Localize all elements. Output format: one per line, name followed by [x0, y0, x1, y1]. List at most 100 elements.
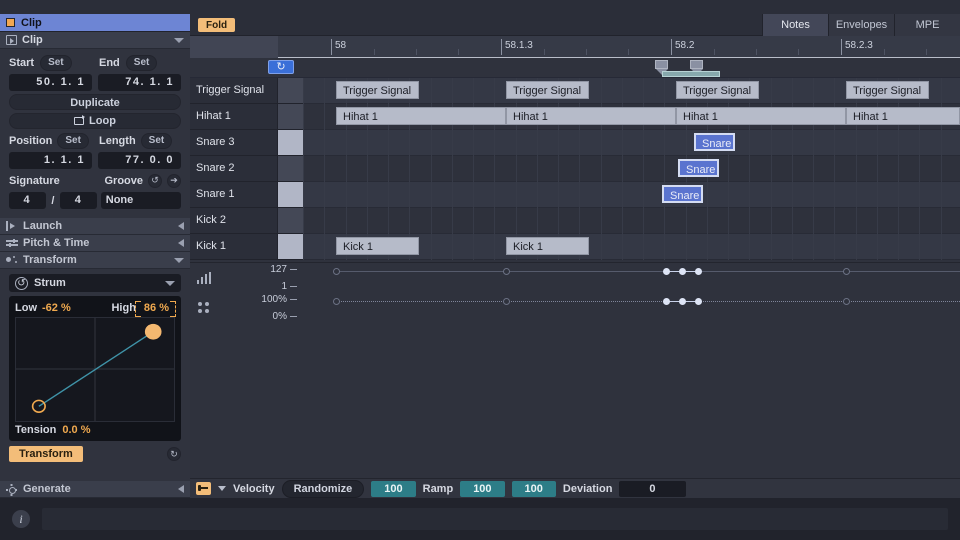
start-set-button[interactable]: Set — [40, 54, 72, 71]
envelope-point-selected[interactable] — [679, 298, 686, 305]
info-icon[interactable] — [12, 510, 30, 528]
chevron-down-icon[interactable] — [174, 257, 184, 263]
note-block[interactable]: Hihat 1 — [846, 107, 960, 125]
chevron-down-icon[interactable] — [165, 280, 175, 286]
randomize-value-field[interactable]: 100 — [371, 480, 416, 497]
envelope-point-selected[interactable] — [679, 268, 686, 275]
note-block[interactable]: Hihat 1 — [506, 107, 676, 125]
transform-apply-button[interactable]: Transform — [9, 446, 83, 462]
signature-numerator-field[interactable]: 4 — [9, 192, 46, 209]
velocity-lane[interactable]: 127 1 — [190, 263, 960, 293]
chevron-down-icon[interactable] — [174, 37, 184, 43]
note-grid[interactable]: Trigger Signal Hihat 1 Snare 3 Snare 2 Snare… — [190, 78, 960, 262]
fold-button[interactable]: Fold — [198, 18, 236, 32]
end-value-field[interactable]: 74. 1. 1 — [98, 74, 181, 91]
chevron-left-icon[interactable] — [178, 239, 184, 247]
track-key-snare-2[interactable]: Snare 2 — [190, 156, 278, 182]
note-lane-row[interactable] — [303, 156, 960, 182]
note-block[interactable]: Kick 1 — [336, 237, 419, 255]
length-value-field[interactable]: 77. 0. 0 — [98, 152, 181, 169]
note-block[interactable]: Trigger Signal — [506, 81, 589, 99]
strum-curve-graph[interactable] — [15, 317, 175, 422]
low-value[interactable]: -62 % — [42, 302, 71, 314]
signature-denominator-field[interactable]: 4 — [60, 192, 97, 209]
envelope-point[interactable] — [843, 268, 850, 275]
fold-indicator-cell[interactable] — [278, 130, 303, 156]
envelope-point[interactable] — [843, 298, 850, 305]
high-value[interactable]: 86 % — [144, 302, 169, 314]
sidebar-item-launch[interactable]: Launch — [0, 218, 190, 235]
end-set-button[interactable]: Set — [125, 54, 158, 71]
note-lane-row[interactable] — [303, 208, 960, 234]
start-value-field[interactable]: 50. 1. 1 — [9, 74, 92, 91]
note-block[interactable]: Trigger Signal — [336, 81, 419, 99]
sidebar-item-generate[interactable]: Generate — [0, 481, 190, 498]
note-block[interactable]: Kick 1 — [506, 237, 589, 255]
reset-icon[interactable] — [15, 276, 28, 290]
deviation-value-field[interactable]: 0 — [619, 480, 686, 497]
fold-indicator-cell[interactable] — [278, 182, 303, 208]
groove-hotswap-icon[interactable]: ➔ — [167, 173, 181, 188]
track-key-trigger-signal[interactable]: Trigger Signal — [190, 78, 278, 104]
clip-title-bar[interactable]: Clip — [0, 14, 190, 32]
velocity-editor[interactable]: 127 1 100% 0% — [190, 262, 960, 322]
randomize-button[interactable]: Randomize — [281, 479, 365, 498]
envelope-point-selected[interactable] — [663, 298, 670, 305]
time-selection-bar[interactable] — [662, 71, 720, 77]
draw-mode-icon[interactable] — [196, 482, 211, 495]
position-value-field[interactable]: 1. 1. 1 — [9, 152, 92, 169]
track-key-kick-2[interactable]: Kick 2 — [190, 208, 278, 234]
chance-lane[interactable]: 100% 0% — [190, 293, 960, 323]
tab-mpe[interactable]: MPE — [894, 14, 960, 36]
chevron-left-icon[interactable] — [178, 485, 184, 493]
ramp-value-field-2[interactable]: 100 — [511, 480, 556, 497]
envelope-point-selected[interactable] — [695, 298, 702, 305]
envelope-point[interactable] — [333, 268, 340, 275]
note-block[interactable]: Trigger Signal — [676, 81, 759, 99]
chance-plot[interactable] — [303, 293, 960, 323]
fold-indicator-cell[interactable] — [278, 234, 303, 260]
track-key-kick-1[interactable]: Kick 1 — [190, 234, 278, 260]
ramp-value-field-1[interactable]: 100 — [460, 480, 505, 497]
clip-section-header[interactable]: Clip — [0, 32, 190, 49]
fold-indicator-cell[interactable] — [278, 78, 303, 104]
length-set-button[interactable]: Set — [140, 132, 173, 149]
transform-preset-selector[interactable]: Strum — [9, 274, 181, 292]
tab-notes[interactable]: Notes — [762, 14, 828, 36]
note-lane-row[interactable] — [303, 182, 960, 208]
note-block-selected[interactable]: Snare — [694, 133, 735, 151]
track-key-snare-1[interactable]: Snare 1 — [190, 182, 278, 208]
loop-toggle-button[interactable]: Loop — [9, 113, 181, 129]
duplicate-button[interactable]: Duplicate — [9, 94, 181, 110]
track-key-snare-3[interactable]: Snare 3 — [190, 130, 278, 156]
sidebar-item-transform[interactable]: Transform — [0, 252, 190, 269]
envelope-point-selected[interactable] — [663, 268, 670, 275]
fold-indicator-cell[interactable] — [278, 208, 303, 234]
note-block[interactable]: Trigger Signal — [846, 81, 929, 99]
envelope-point[interactable] — [503, 268, 510, 275]
loop-marker-band[interactable] — [190, 58, 960, 78]
position-set-button[interactable]: Set — [57, 132, 89, 149]
tension-value[interactable]: 0.0 % — [62, 424, 90, 436]
note-lane-row[interactable] — [303, 130, 960, 156]
envelope-point[interactable] — [503, 298, 510, 305]
chevron-down-icon[interactable] — [218, 486, 226, 491]
note-block-selected[interactable]: Snare — [662, 185, 703, 203]
envelope-point[interactable] — [333, 298, 340, 305]
groove-commit-icon[interactable]: ↺ — [148, 173, 162, 188]
note-block-selected[interactable]: Snare — [678, 159, 719, 177]
fold-indicator-cell[interactable] — [278, 104, 303, 130]
fold-indicator-cell[interactable] — [278, 156, 303, 182]
transform-refresh-icon[interactable]: ↻ — [167, 447, 181, 461]
velocity-plot[interactable] — [303, 263, 960, 293]
loop-cycle-button[interactable] — [268, 60, 294, 74]
chevron-left-icon[interactable] — [178, 222, 184, 230]
note-block[interactable]: Hihat 1 — [676, 107, 846, 125]
tab-envelopes[interactable]: Envelopes — [828, 14, 894, 36]
envelope-point-selected[interactable] — [695, 268, 702, 275]
timeline-ruler[interactable]: 58 58.1.3 58.2 58.2.3 — [190, 36, 960, 58]
groove-value-field[interactable]: None — [100, 192, 181, 209]
track-key-hihat-1[interactable]: Hihat 1 — [190, 104, 278, 130]
note-block[interactable]: Hihat 1 — [336, 107, 506, 125]
sidebar-item-pitch-time[interactable]: Pitch & Time — [0, 235, 190, 252]
